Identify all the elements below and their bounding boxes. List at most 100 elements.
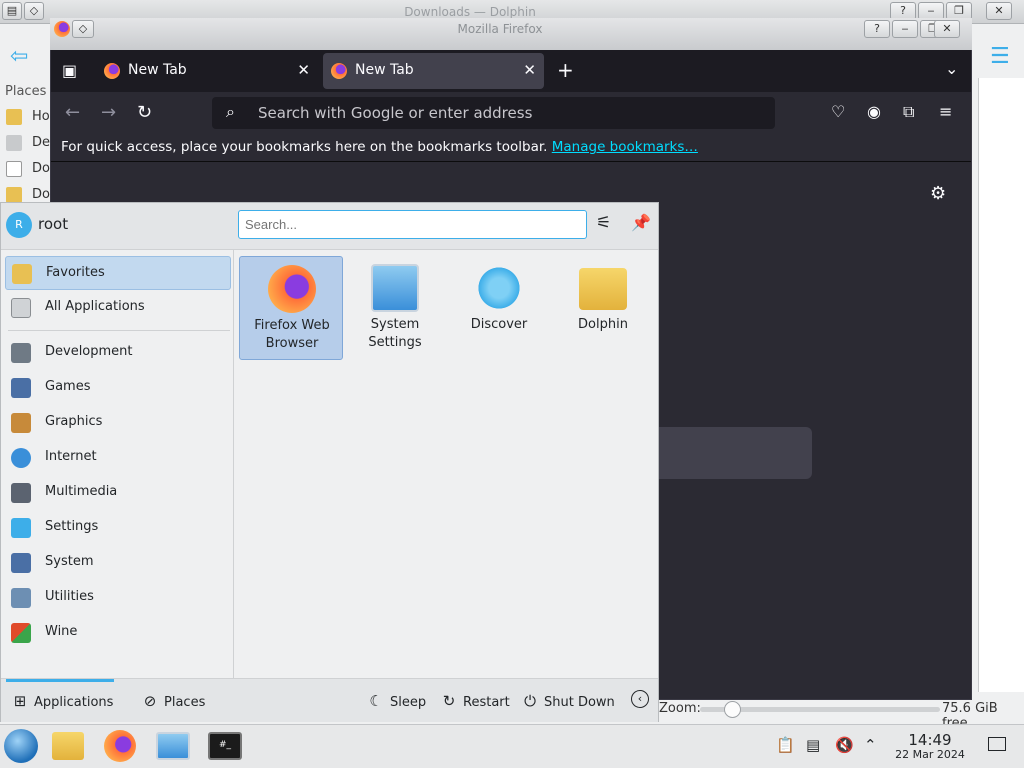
folder-icon: [6, 135, 22, 151]
category-system[interactable]: System: [5, 546, 231, 580]
firefox-taskbar-icon[interactable]: [104, 730, 136, 762]
app-label: System Settings: [368, 317, 422, 350]
tab-new-tab-2[interactable]: New Tab ✕: [323, 53, 544, 89]
system-settings-taskbar-icon[interactable]: [156, 732, 190, 760]
terminal-taskbar-icon[interactable]: #_: [208, 732, 242, 760]
app-menu-icon[interactable]: ≡: [939, 102, 952, 121]
file-manager-taskbar-icon[interactable]: [52, 732, 84, 760]
tab-label: New Tab: [128, 62, 187, 78]
category-settings[interactable]: Settings: [5, 511, 231, 545]
more-options-chevron-icon[interactable]: ‹: [631, 690, 649, 708]
launcher-search-input[interactable]: [238, 210, 587, 239]
gear-icon[interactable]: ⚙: [930, 183, 946, 204]
list-tabs-chevron-icon[interactable]: ⌄: [945, 59, 958, 78]
new-tab-plus-icon[interactable]: +: [557, 58, 574, 82]
development-icon: [11, 343, 31, 363]
help-icon[interactable]: ?: [864, 20, 890, 38]
app-firefox[interactable]: Firefox Web Browser: [239, 256, 343, 360]
grid-icon: [11, 298, 31, 318]
newtab-search-box[interactable]: [640, 427, 812, 479]
clock-time[interactable]: 14:49: [900, 731, 960, 749]
place-item-documents[interactable]: Do: [4, 159, 50, 181]
pin-icon[interactable]: ◇: [24, 2, 44, 20]
zoom-slider-handle[interactable]: [724, 701, 741, 718]
dolphin-window-title: Downloads — Dolphin: [404, 5, 536, 19]
document-icon: [6, 161, 22, 177]
firefox-icon: [331, 63, 347, 79]
show-desktop-icon[interactable]: [988, 737, 1006, 751]
sleep-button[interactable]: ☾ Sleep: [368, 692, 426, 710]
forward-icon[interactable]: →: [101, 102, 116, 123]
close-tab-icon[interactable]: ✕: [523, 61, 536, 79]
dolphin-app-icon[interactable]: ▤: [2, 2, 22, 20]
internet-icon: [11, 448, 31, 468]
clock-date[interactable]: 22 Mar 2024: [884, 748, 976, 761]
restart-icon: ↻: [442, 692, 456, 710]
close-tab-icon[interactable]: ✕: [297, 61, 310, 79]
star-folder-icon: [12, 264, 32, 284]
places-tab-button[interactable]: ⊘ Places: [142, 692, 206, 710]
tray-expand-chevron-icon[interactable]: ⌃: [864, 736, 877, 754]
folder-icon: [6, 187, 22, 203]
back-icon[interactable]: ←: [65, 102, 80, 123]
volume-muted-icon[interactable]: 🔇: [835, 736, 854, 754]
url-placeholder: Search with Google or enter address: [258, 104, 533, 122]
tab-new-tab-1[interactable]: New Tab ✕: [96, 53, 318, 89]
start-menu-button[interactable]: [4, 729, 38, 763]
notes-icon[interactable]: ▤: [806, 736, 820, 754]
tab-label: New Tab: [355, 62, 414, 78]
close-icon[interactable]: ✕: [986, 2, 1012, 20]
restart-button[interactable]: ↻ Restart: [441, 692, 510, 710]
app-discover[interactable]: Discover: [447, 256, 551, 360]
pocket-icon[interactable]: ♡: [831, 102, 845, 121]
dolphin-file-view: [978, 78, 1024, 692]
place-label: Ho: [32, 109, 50, 124]
dolphin-folder-icon: [579, 268, 627, 310]
pin-icon[interactable]: 📌: [631, 213, 651, 232]
category-wine[interactable]: Wine: [5, 616, 231, 650]
app-system-settings[interactable]: System Settings: [343, 256, 447, 360]
manage-bookmarks-link[interactable]: Manage bookmarks…: [552, 139, 698, 155]
category-label: Utilities: [45, 589, 94, 604]
category-internet[interactable]: Internet: [5, 441, 231, 475]
back-arrow-icon[interactable]: ⇦: [10, 44, 28, 69]
applications-tab-button[interactable]: ⊞ Applications: [12, 692, 114, 710]
category-all-applications[interactable]: All Applications: [5, 291, 231, 325]
category-label: Graphics: [45, 414, 103, 429]
close-icon[interactable]: ✕: [934, 20, 960, 38]
shutdown-button[interactable]: ⏻ Shut Down: [522, 692, 615, 710]
category-favorites[interactable]: Favorites: [5, 256, 231, 290]
applications-label: Applications: [34, 695, 114, 710]
wine-icon: [11, 623, 31, 643]
utilities-icon: [11, 588, 31, 608]
clipboard-icon[interactable]: 📋: [776, 736, 795, 754]
avatar[interactable]: R: [6, 212, 32, 238]
cursor: [16, 690, 20, 694]
settings-icon: [11, 518, 31, 538]
category-utilities[interactable]: Utilities: [5, 581, 231, 615]
account-icon[interactable]: ◉: [867, 102, 881, 121]
url-bar[interactable]: ⌕ Search with Google or enter address: [212, 97, 775, 129]
category-label: All Applications: [45, 299, 145, 314]
hamburger-menu-icon[interactable]: ☰: [990, 44, 1010, 69]
minimize-icon[interactable]: ‒: [892, 20, 918, 38]
username: root: [38, 215, 69, 233]
place-item-desktop[interactable]: De: [4, 133, 50, 155]
reload-icon[interactable]: ↻: [137, 102, 152, 123]
app-dolphin[interactable]: Dolphin: [551, 256, 655, 360]
firefox-icon: [54, 21, 70, 37]
category-games[interactable]: Games: [5, 371, 231, 405]
place-item-home[interactable]: Ho: [4, 107, 50, 129]
shutdown-label: Shut Down: [544, 695, 615, 710]
configure-icon[interactable]: ⚟: [596, 213, 611, 233]
category-multimedia[interactable]: Multimedia: [5, 476, 231, 510]
pin-icon[interactable]: ◇: [72, 20, 94, 38]
category-graphics[interactable]: Graphics: [5, 406, 231, 440]
category-development[interactable]: Development: [5, 336, 231, 370]
folder-icon: [6, 109, 22, 125]
firefox-view-icon[interactable]: ▣: [62, 61, 77, 80]
extensions-icon[interactable]: ⧉: [903, 102, 914, 122]
restart-label: Restart: [463, 695, 510, 710]
app-label: Discover: [470, 317, 528, 332]
power-icon: ⏻: [524, 692, 536, 710]
